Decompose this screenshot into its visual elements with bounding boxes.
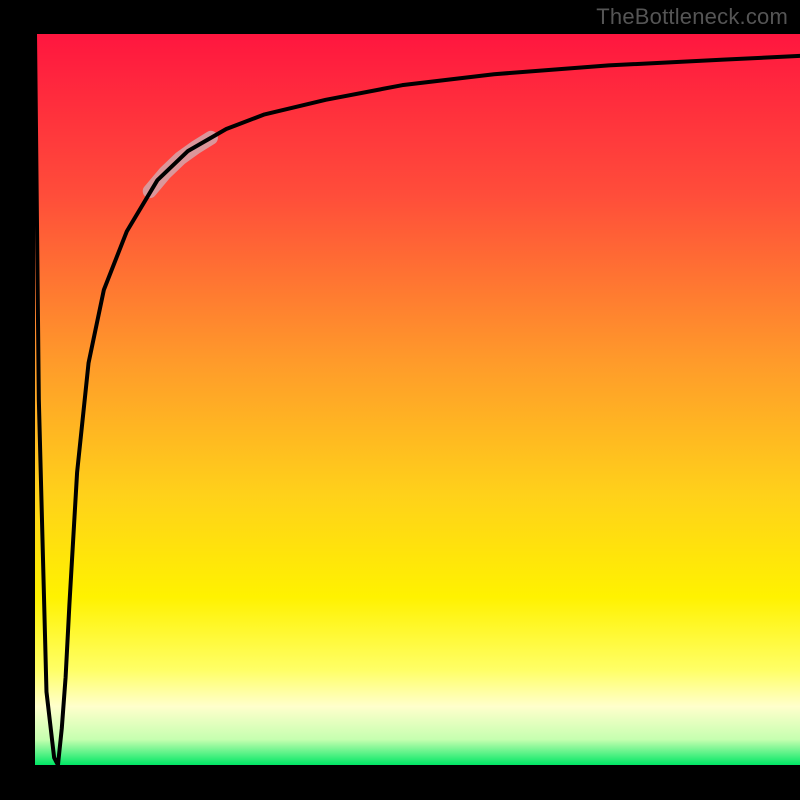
frame-top (0, 0, 800, 34)
chart-svg (0, 0, 800, 800)
frame-left (0, 0, 35, 800)
chart-stage: TheBottleneck.com (0, 0, 800, 800)
plot-background (35, 34, 800, 765)
frame-bottom (0, 765, 800, 800)
